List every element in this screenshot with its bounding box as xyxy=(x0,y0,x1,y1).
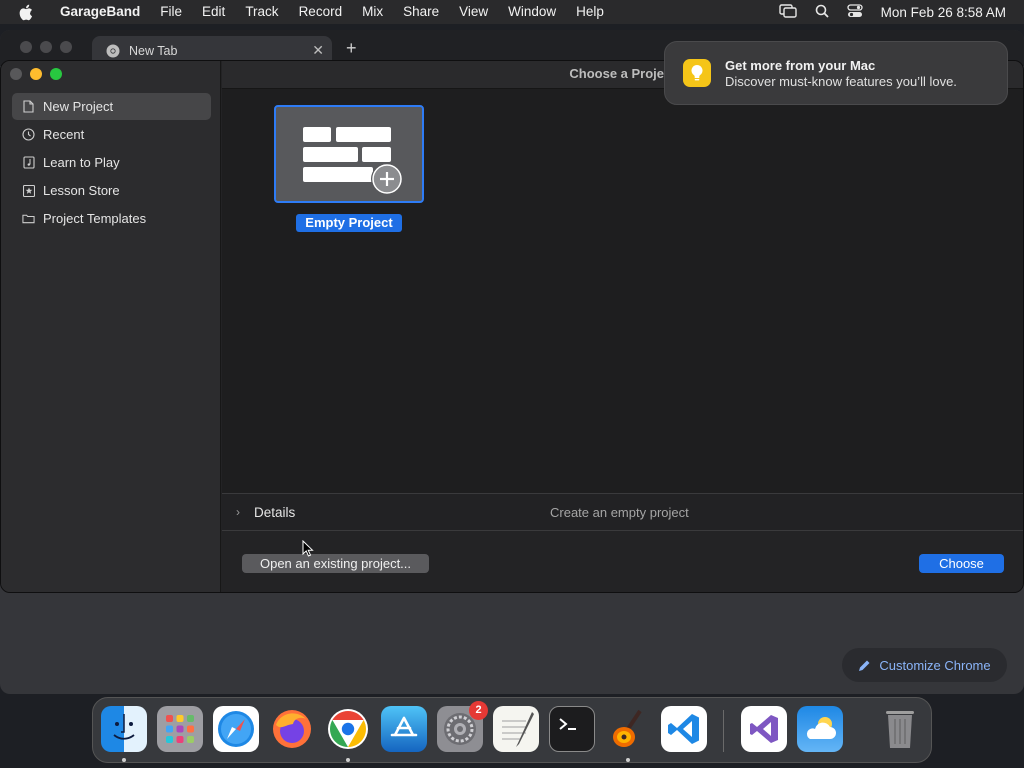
launchpad-icon[interactable] xyxy=(157,706,203,752)
close-tab-icon[interactable]: ✕ xyxy=(312,42,324,59)
zoom-button[interactable] xyxy=(50,68,62,80)
empty-project-template[interactable] xyxy=(274,105,424,203)
minimize-button[interactable] xyxy=(30,68,42,80)
pencil-icon xyxy=(858,659,871,672)
sidebar-item-label: Recent xyxy=(43,127,85,142)
menu-record[interactable]: Record xyxy=(289,0,353,24)
vscode-icon[interactable] xyxy=(661,706,707,752)
clock-icon xyxy=(22,128,35,141)
notification-banner[interactable]: Get more from your Mac Discover must-kno… xyxy=(664,41,1008,105)
sidebar-item-project-templates[interactable]: Project Templates xyxy=(12,205,211,232)
dock-separator xyxy=(723,710,724,752)
running-indicator xyxy=(626,758,630,762)
details-disclosure[interactable]: › Details Create an empty project xyxy=(222,493,1023,531)
sidebar-item-label: New Project xyxy=(43,99,114,114)
garageband-project-chooser: New Project Recent Learn to Play Lesson … xyxy=(0,60,1024,593)
menu-track[interactable]: Track xyxy=(235,0,288,24)
control-center-icon[interactable] xyxy=(847,3,863,21)
notification-body: Discover must-know features you’ll love. xyxy=(725,73,957,89)
menu-clock[interactable]: Mon Feb 26 8:58 AM xyxy=(881,5,1006,20)
trash-icon[interactable] xyxy=(877,706,923,752)
menu-view[interactable]: View xyxy=(449,0,498,24)
lightbulb-icon xyxy=(683,59,711,87)
sidebar-item-learn-to-play[interactable]: Learn to Play xyxy=(12,149,211,176)
mouse-cursor-icon xyxy=(302,539,314,560)
running-indicator xyxy=(122,758,126,762)
window-controls xyxy=(10,68,62,80)
choose-button[interactable]: Choose xyxy=(919,554,1004,573)
sidebar-item-recent[interactable]: Recent xyxy=(12,121,211,148)
zoom-window-button[interactable] xyxy=(60,41,72,53)
template-grid: Empty Project xyxy=(222,89,1023,493)
sidebar-list: New Project Recent Learn to Play Lesson … xyxy=(12,93,211,233)
sidebar-item-lesson-store[interactable]: Lesson Store xyxy=(12,177,211,204)
menu-app-name[interactable]: GarageBand xyxy=(52,0,150,24)
minimize-window-button[interactable] xyxy=(40,41,52,53)
dock: 2 xyxy=(92,697,932,763)
customize-chrome-label: Customize Chrome xyxy=(879,657,991,673)
empty-project-thumbnail-icon xyxy=(303,127,403,195)
sidebar-item-label: Project Templates xyxy=(43,211,147,226)
chevron-right-icon[interactable]: › xyxy=(236,505,250,519)
sidebar-item-label: Lesson Store xyxy=(43,183,120,198)
safari-icon[interactable] xyxy=(213,706,259,752)
spotlight-search-icon[interactable] xyxy=(815,4,829,21)
chrome-logo-icon xyxy=(106,44,120,58)
details-description: Create an empty project xyxy=(550,504,689,520)
app-store-icon[interactable] xyxy=(381,706,427,752)
menu-mix[interactable]: Mix xyxy=(352,0,393,24)
empty-project-label[interactable]: Empty Project xyxy=(296,214,402,232)
finder-icon[interactable] xyxy=(101,706,147,752)
textedit-icon[interactable] xyxy=(493,706,539,752)
chrome-window-controls xyxy=(20,41,72,53)
tab-title: New Tab xyxy=(129,44,178,58)
menu-window[interactable]: Window xyxy=(498,0,566,24)
visual-studio-icon[interactable] xyxy=(741,706,787,752)
notification-title: Get more from your Mac xyxy=(725,57,876,73)
menu-share[interactable]: Share xyxy=(393,0,449,24)
open-existing-project-button[interactable]: Open an existing project... xyxy=(242,554,429,573)
menu-help[interactable]: Help xyxy=(566,0,614,24)
customize-chrome-button[interactable]: Customize Chrome xyxy=(842,648,1007,682)
apple-menu-icon[interactable] xyxy=(18,4,36,21)
notification-badge: 2 xyxy=(469,701,488,720)
menu-bar: GarageBand File Edit Track Record Mix Sh… xyxy=(0,0,1024,24)
menu-edit[interactable]: Edit xyxy=(192,0,235,24)
star-box-icon xyxy=(22,184,35,197)
screen-mirroring-icon[interactable] xyxy=(778,3,797,21)
close-window-button[interactable] xyxy=(20,41,32,53)
folder-icon xyxy=(22,212,35,225)
garageband-icon[interactable] xyxy=(605,706,651,752)
sidebar-item-new-project[interactable]: New Project xyxy=(12,93,211,120)
terminal-icon[interactable] xyxy=(549,706,595,752)
dialog-footer: Open an existing project... Choose xyxy=(222,531,1023,592)
menu-file[interactable]: File xyxy=(150,0,192,24)
sidebar: New Project Recent Learn to Play Lesson … xyxy=(1,61,221,592)
details-label: Details xyxy=(254,504,296,520)
running-indicator xyxy=(346,758,350,762)
chrome-icon[interactable] xyxy=(325,706,371,752)
weather-icon[interactable] xyxy=(797,706,843,752)
music-book-icon xyxy=(22,156,35,169)
new-tab-button[interactable]: + xyxy=(346,38,357,59)
system-settings-icon[interactable]: 2 xyxy=(437,701,488,752)
sidebar-item-label: Learn to Play xyxy=(43,155,120,170)
close-button[interactable] xyxy=(10,68,22,80)
document-icon xyxy=(22,100,35,113)
firefox-icon[interactable] xyxy=(269,706,315,752)
